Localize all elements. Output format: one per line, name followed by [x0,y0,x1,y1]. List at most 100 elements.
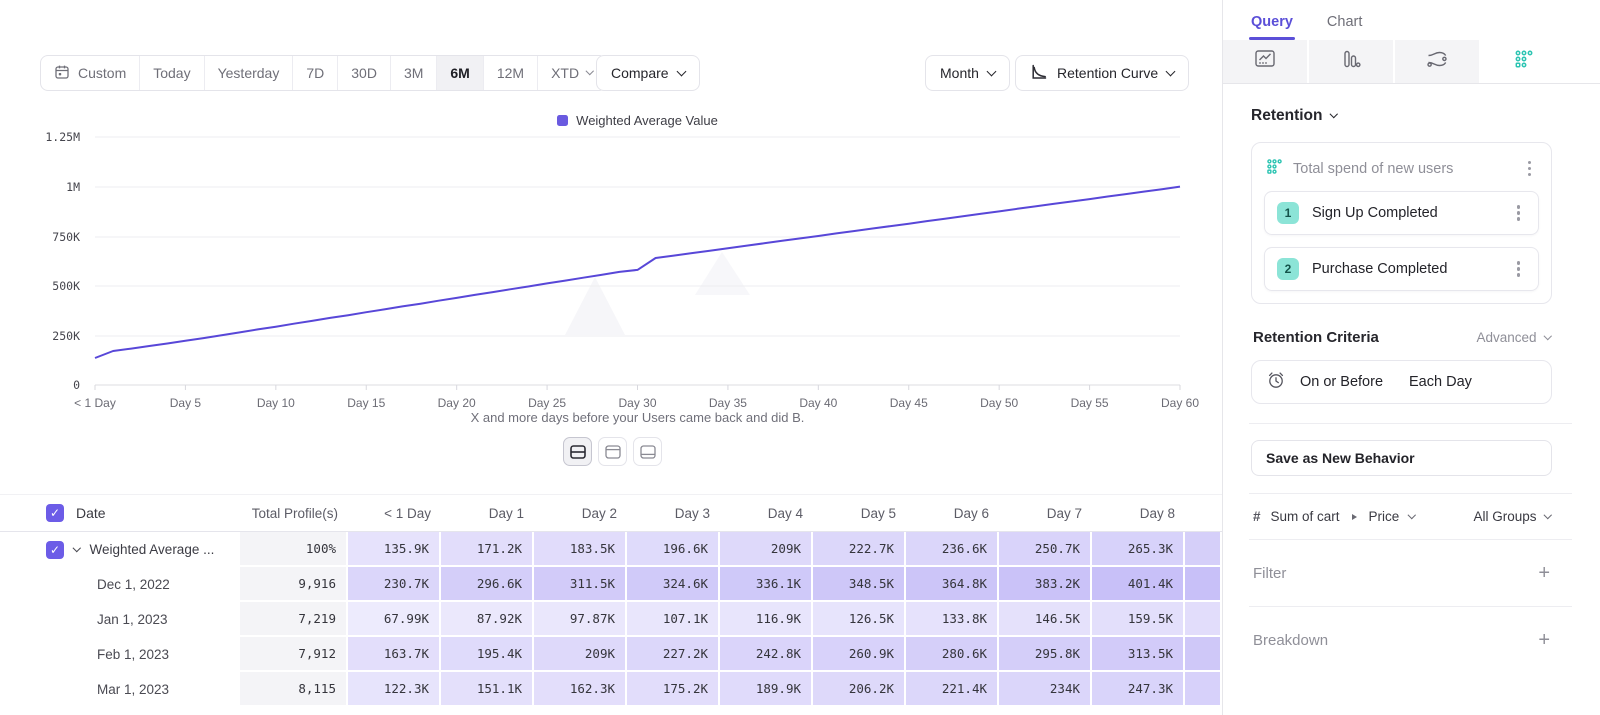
retention-value-cell[interactable]: 195.4K [441,637,534,672]
measure-property: Sum of cart [1271,509,1340,524]
retention-value-cell[interactable]: 265.3K [1092,532,1185,567]
split-view-toggle-button[interactable] [563,437,592,466]
retention-value-cell[interactable]: 296.6K [441,567,534,602]
chart-type-button[interactable]: Retention Curve [1015,55,1189,91]
retention-value-cell[interactable]: 209K [534,637,627,672]
range-today[interactable]: Today [140,56,204,90]
retention-value-cell[interactable]: 87.92K [441,602,534,637]
retention-value-cell[interactable]: 133.8K [906,602,999,637]
select-all-checkbox[interactable]: ✓ [46,504,64,522]
retention-grid-icon [1514,49,1534,74]
report-type-tab-retention-grid[interactable] [1481,40,1567,83]
retention-value-cell[interactable]: 401.4K [1092,567,1185,602]
range-custom[interactable]: Custom [41,56,140,90]
row-label-date: Feb 1, 2023 [0,637,240,672]
range-30d[interactable]: 30D [338,56,391,90]
range-yesterday[interactable]: Yesterday [205,56,294,90]
retention-value-cell[interactable]: 107.1K [627,602,720,637]
retention-value-cell[interactable]: 236.6K [906,532,999,567]
range-12m[interactable]: 12M [484,56,538,90]
row-label-text: Dec 1, 2022 [97,577,170,592]
retention-value-cell[interactable]: 221.4K [906,672,999,707]
tab-chart[interactable]: Chart [1327,14,1362,40]
retention-value-cell[interactable]: 364.8K [906,567,999,602]
timing-prefix: On or Before [1300,374,1383,390]
behavior-event-row[interactable]: 1Sign Up Completed [1264,191,1539,235]
range-3m[interactable]: 3M [391,56,437,90]
retention-value-cell[interactable]: 163.7K [348,637,441,672]
measure-row[interactable]: # Sum of cart Price All Groups [1251,494,1552,539]
add-filter-row[interactable]: Filter + [1251,540,1552,606]
retention-value-cell[interactable]: 280.6K [906,637,999,672]
retention-value-cell[interactable]: 159.5K [1092,602,1185,637]
retention-value-cell[interactable]: 151.1K [441,672,534,707]
kebab-menu-icon[interactable] [1517,211,1521,215]
retention-value-cell[interactable]: 67.99K [348,602,441,637]
section-retention-header[interactable]: Retention [1251,107,1552,125]
retention-value-cell[interactable]: 183.5K [534,532,627,567]
plus-icon[interactable]: + [1538,630,1550,650]
retention-value-cell[interactable]: 234K [999,672,1092,707]
kebab-menu-icon[interactable] [1517,267,1521,271]
retention-value-cell[interactable]: 295.8K [999,637,1092,672]
criteria-mode-dropdown[interactable]: Advanced [1476,330,1550,345]
numeric-property-icon: # [1253,509,1261,524]
retention-value-cell[interactable]: 126.5K [813,602,906,637]
retention-value-cell[interactable]: 97.87K [534,602,627,637]
retention-value-cell[interactable]: 146.5K [999,602,1092,637]
retention-value-cell[interactable]: 162.3K [534,672,627,707]
expand-chevron-icon[interactable] [73,544,81,552]
total-profiles-cell: 100% [240,532,348,567]
retention-value-cell[interactable]: 189.9K [720,672,813,707]
tab-query[interactable]: Query [1251,14,1293,40]
retention-value-cell[interactable]: 135.9K [348,532,441,567]
report-type-tab-insights-chart[interactable] [1223,40,1309,83]
behavior-event-row[interactable]: 2Purchase Completed [1264,247,1539,291]
retention-value-cell[interactable]: 227.2K [627,637,720,672]
retention-value-cell[interactable]: 311.5K [534,567,627,602]
retention-value-cell[interactable]: 122.3K [348,672,441,707]
retention-value-cell[interactable]: 348.5K [813,567,906,602]
chevron-down-icon [1330,110,1338,118]
row-label-text: Weighted Average ... [90,542,215,557]
retention-value-cell[interactable]: 250.7K [999,532,1092,567]
chart-only-view-toggle-button[interactable] [598,437,627,466]
report-main-area: CustomTodayYesterday7D30D3M6M12MXTD Comp… [0,0,1222,715]
kebab-menu-icon[interactable] [1528,167,1532,171]
retention-value-cell[interactable]: 230.7K [348,567,441,602]
row-checkbox[interactable]: ✓ [46,541,64,559]
add-section-label: Breakdown [1253,632,1328,649]
retention-curve-chart[interactable]: 1.25M1M750K500K250K0< 1 DayDay 5Day 10Da… [0,110,1222,420]
column-header: Day 8 [1092,506,1185,521]
add-section-label: Filter [1253,565,1286,582]
retention-value-cell[interactable]: 196.6K [627,532,720,567]
retention-value-cell[interactable]: 171.2K [441,532,534,567]
retention-value-cell[interactable]: 336.1K [720,567,813,602]
retention-value-cell[interactable]: 206.2K [813,672,906,707]
retention-value-cell[interactable]: 247.3K [1092,672,1185,707]
granularity-button[interactable]: Month [925,55,1010,91]
report-type-tab-funnel-bars[interactable] [1309,40,1395,83]
save-as-new-behavior-button[interactable]: Save as New Behavior [1251,440,1552,476]
plus-icon[interactable]: + [1538,563,1550,583]
retention-value-cell[interactable]: 324.6K [627,567,720,602]
retention-timing-card[interactable]: On or Before Each Day [1251,360,1552,404]
compare-button[interactable]: Compare [596,55,700,91]
range-7d[interactable]: 7D [293,56,338,90]
retention-value-cell[interactable]: 260.9K [813,637,906,672]
icon-strip-filler [1567,40,1600,83]
range-6m[interactable]: 6M [437,56,483,90]
group-dropdown[interactable]: All Groups [1473,509,1550,524]
retention-value-cell[interactable]: 383.2K [999,567,1092,602]
retention-value-cell[interactable]: 175.2K [627,672,720,707]
retention-value-cell[interactable]: 116.9K [720,602,813,637]
retention-value-cell[interactable]: 222.7K [813,532,906,567]
retention-value-cell[interactable]: 209K [720,532,813,567]
add-breakdown-row[interactable]: Breakdown + [1251,607,1552,673]
retention-value-cell[interactable]: 242.8K [720,637,813,672]
total-profiles-cell: 9,916 [240,567,348,602]
report-type-tab-flows[interactable] [1395,40,1481,83]
svg-text:Day 45: Day 45 [890,396,928,410]
table-only-view-toggle-button[interactable] [633,437,662,466]
retention-value-cell[interactable]: 313.5K [1092,637,1185,672]
